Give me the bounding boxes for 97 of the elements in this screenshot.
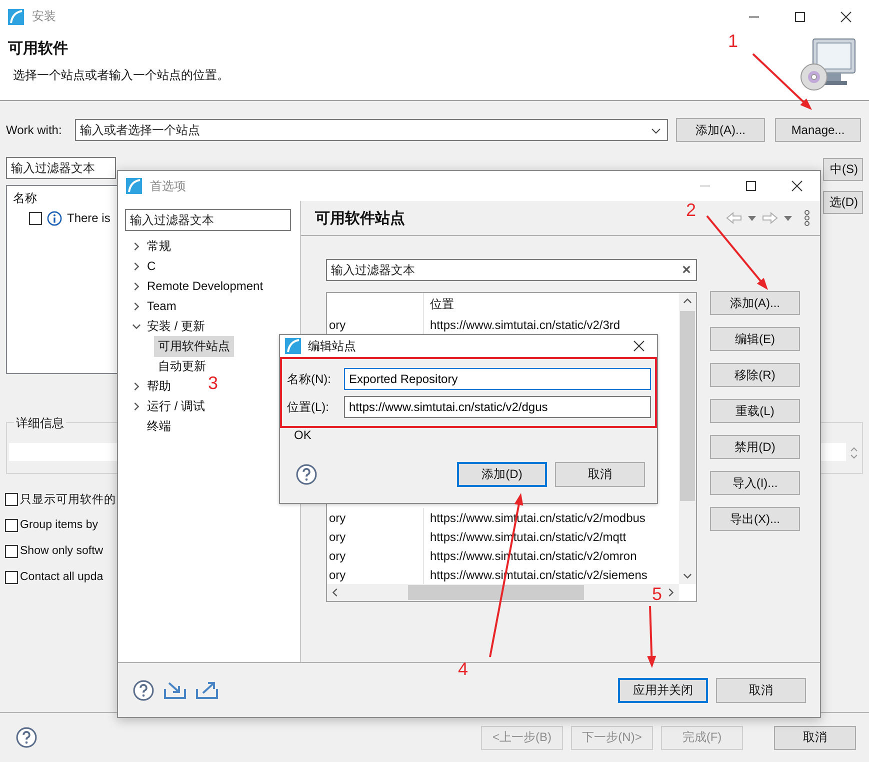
- more-options-icon[interactable]: [804, 210, 810, 226]
- scroll-right-icon[interactable]: [668, 588, 674, 597]
- chevron-icon[interactable]: [132, 322, 141, 330]
- import-icon[interactable]: [164, 681, 186, 699]
- app-logo-icon: [285, 338, 301, 354]
- help-icon[interactable]: [296, 464, 317, 485]
- chevron-icon[interactable]: [132, 242, 141, 250]
- option-label: Show only softw: [20, 545, 104, 557]
- tree-item[interactable]: 安装 / 更新: [143, 316, 210, 336]
- option-label: Contact all upda: [20, 571, 104, 583]
- chevron-icon[interactable]: [132, 402, 141, 410]
- tree-item[interactable]: C: [143, 257, 160, 275]
- site-action-button[interactable]: 禁用(D): [710, 435, 800, 459]
- site-action-button[interactable]: 导出(X)...: [710, 507, 800, 531]
- tree-item[interactable]: 终端: [143, 416, 175, 436]
- checkbox[interactable]: [5, 570, 18, 584]
- toolbar-button[interactable]: 添加(A)...: [676, 118, 765, 142]
- chevron-icon[interactable]: [132, 382, 141, 390]
- app-logo-icon: [8, 8, 24, 24]
- table-cell: ory: [327, 546, 424, 565]
- site-combo-box[interactable]: 输入或者选择一个站点: [75, 118, 668, 140]
- tree-item[interactable]: 自动更新: [154, 356, 210, 376]
- field-label: 位置(L):: [287, 398, 330, 416]
- close-icon[interactable]: [791, 180, 803, 192]
- chevron-icon[interactable]: [132, 302, 141, 310]
- tree-item[interactable]: Remote Development: [143, 277, 268, 295]
- monitor-with-disc-icon: [799, 37, 857, 93]
- filter-field[interactable]: 输入过滤器文本: [125, 209, 291, 231]
- group-legend: 详细信息: [14, 415, 66, 432]
- spinner-icon: [850, 446, 858, 460]
- site-action-button[interactable]: 导入(I)...: [710, 471, 800, 495]
- dialog-title: 编辑站点: [308, 338, 356, 354]
- chevron-icon[interactable]: [132, 262, 141, 270]
- close-icon[interactable]: [633, 340, 645, 352]
- checkbox[interactable]: [5, 518, 18, 532]
- site-action-button[interactable]: 添加(A)...: [710, 291, 800, 315]
- site-action-button[interactable]: 移除(R): [710, 363, 800, 387]
- option-label: Group items by: [20, 519, 98, 531]
- maximize-icon[interactable]: [794, 10, 806, 22]
- step-number: 2: [686, 200, 696, 220]
- step-number: 3: [208, 373, 218, 393]
- tree-item[interactable]: 可用软件站点: [154, 336, 234, 356]
- tree-item-label[interactable]: There is: [67, 211, 110, 225]
- work-with-label: Work with:: [6, 123, 63, 137]
- dialog-button[interactable]: 取消: [716, 678, 806, 702]
- horizontal-scrollbar[interactable]: [327, 584, 679, 601]
- text-field[interactable]: Exported Repository: [344, 368, 651, 390]
- status-message: OK: [293, 428, 312, 442]
- window-title: 安装: [32, 8, 56, 25]
- clear-icon[interactable]: [682, 265, 691, 274]
- dialog-button[interactable]: 添加(D): [457, 462, 547, 487]
- column-header: 名称: [13, 190, 38, 207]
- site-filter-field[interactable]: 输入过滤器文本: [326, 259, 697, 281]
- help-icon[interactable]: [133, 680, 154, 700]
- filter-field[interactable]: 输入过滤器文本: [6, 157, 116, 179]
- caret-icon[interactable]: [748, 216, 756, 220]
- tree-item[interactable]: Team: [143, 297, 180, 315]
- tree-item[interactable]: 常规: [143, 236, 175, 256]
- close-icon[interactable]: [840, 10, 852, 22]
- page-heading: 可用软件: [8, 39, 69, 58]
- tree-item[interactable]: 运行 / 调试: [143, 396, 210, 416]
- text-field[interactable]: https://www.simtutai.cn/static/v2/dgus: [344, 396, 651, 418]
- scroll-up-icon[interactable]: [683, 298, 692, 304]
- dropdown-caret-icon: [651, 128, 661, 134]
- help-icon[interactable]: [16, 727, 37, 748]
- site-action-button[interactable]: 编辑(E): [710, 327, 800, 351]
- table-cell-text: https://www.simtutai.cn/static/v2/3rd: [429, 318, 620, 332]
- page-description: 选择一个站点或者输入一个站点的位置。: [13, 67, 229, 84]
- step-number: 1: [728, 31, 738, 51]
- scroll-left-icon[interactable]: [332, 588, 338, 597]
- table-cell: ory: [327, 508, 424, 527]
- maximize-icon[interactable]: [745, 180, 757, 192]
- scroll-down-icon[interactable]: [683, 573, 692, 579]
- side-button[interactable]: 选(D): [823, 191, 863, 214]
- site-action-button[interactable]: 重载(L): [710, 399, 800, 423]
- info-icon: [47, 210, 62, 226]
- checkbox[interactable]: [29, 212, 42, 224]
- vertical-scrollbar[interactable]: [679, 293, 696, 584]
- dialog-button[interactable]: 应用并关闭: [618, 678, 708, 702]
- option-label: 只显示可用软件的: [20, 492, 116, 506]
- step-number: 4: [458, 659, 468, 679]
- caret-icon[interactable]: [784, 216, 792, 220]
- window-title: 首选项: [150, 178, 186, 194]
- side-button[interactable]: 中(S): [823, 158, 863, 181]
- checkbox[interactable]: [5, 492, 18, 506]
- app-logo-icon: [126, 178, 142, 194]
- checkbox[interactable]: [5, 544, 18, 558]
- table-cell: ory: [327, 527, 424, 546]
- field-label: 名称(N):: [287, 370, 332, 388]
- toolbar-button[interactable]: Manage...: [775, 118, 861, 142]
- step-number: 5: [652, 584, 662, 604]
- chevron-icon[interactable]: [132, 282, 141, 290]
- export-icon[interactable]: [196, 681, 218, 699]
- page-heading: 可用软件站点: [315, 208, 405, 228]
- tree-item[interactable]: 帮助: [143, 376, 175, 396]
- wizard-button[interactable]: 取消: [774, 726, 856, 750]
- dialog-button[interactable]: 取消: [555, 462, 645, 487]
